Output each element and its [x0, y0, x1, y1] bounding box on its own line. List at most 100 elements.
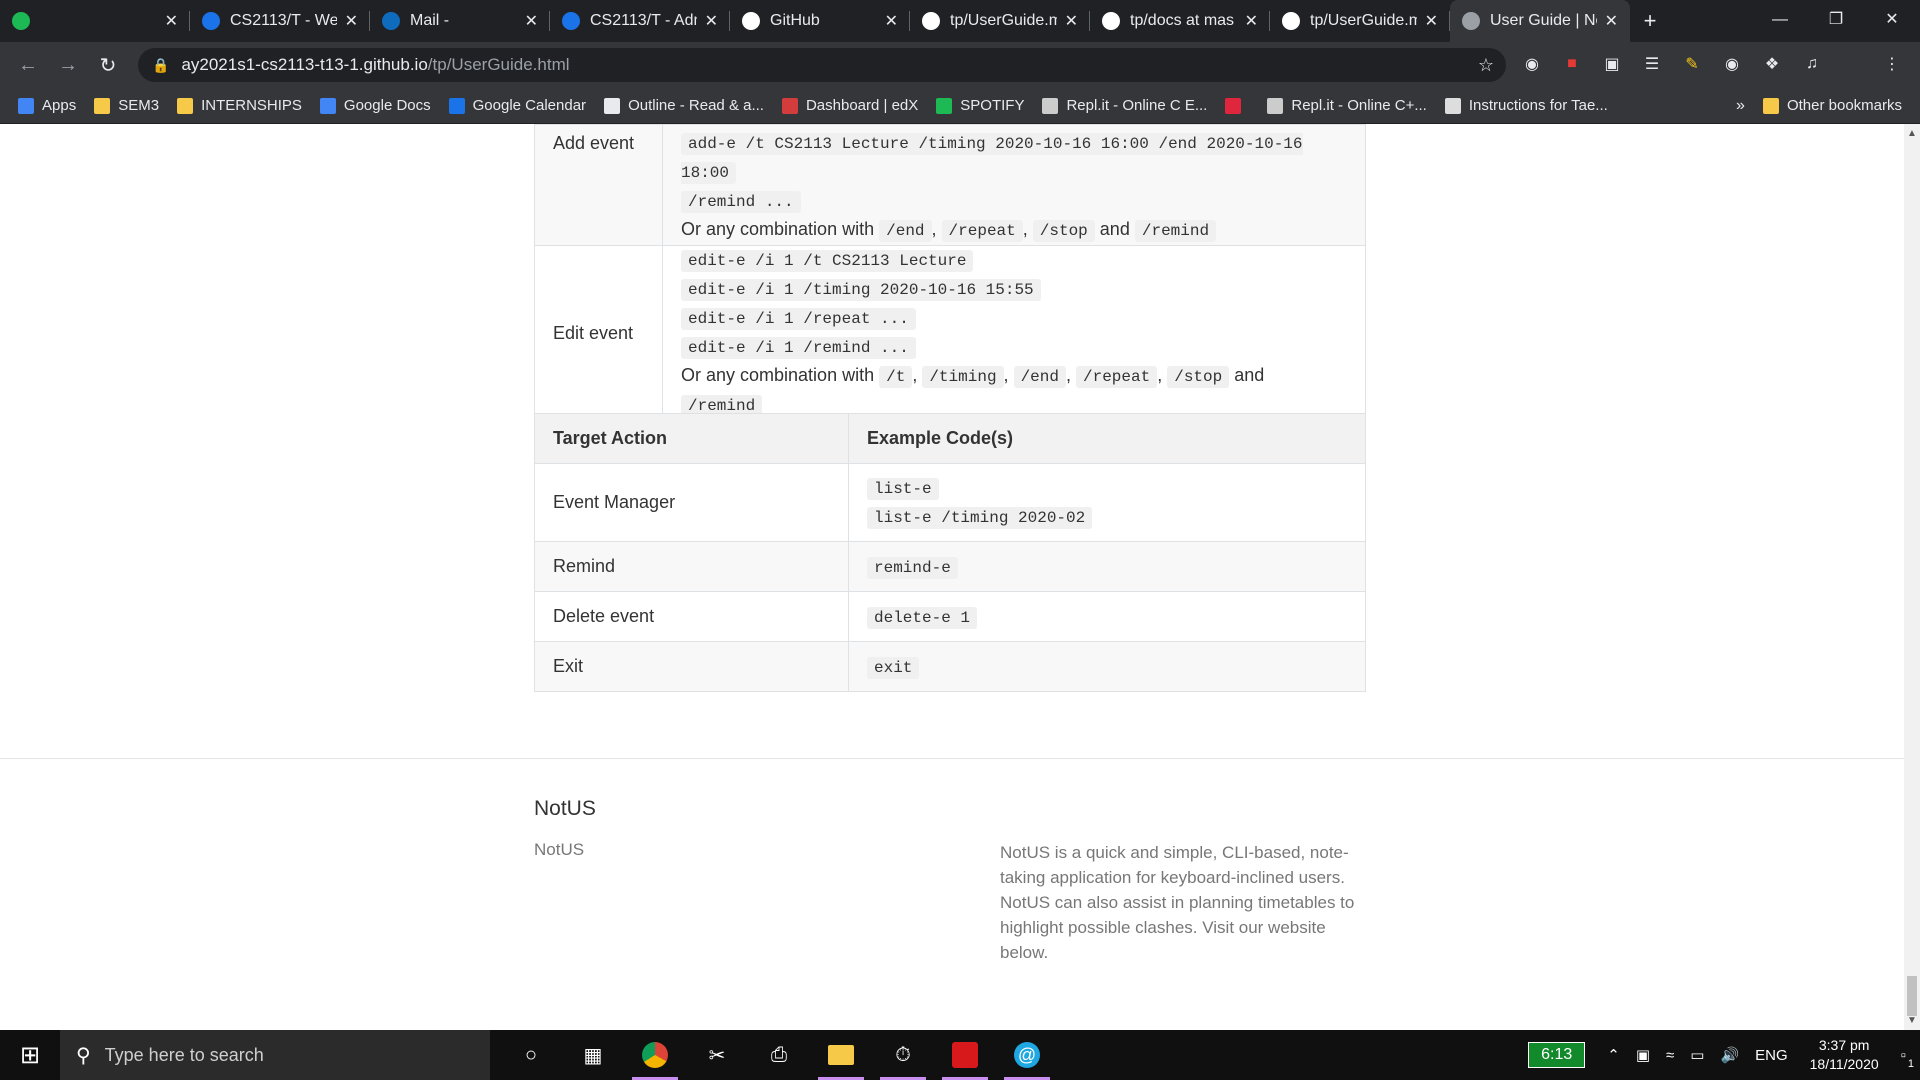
column-header: Target Action [534, 413, 849, 464]
camera-icon[interactable]: ◉ [1720, 52, 1744, 76]
tab-title: CS2113/T - We [230, 12, 337, 29]
tab-close-icon[interactable]: ✕ [1065, 11, 1078, 31]
browser-tab[interactable]: GitHub ✕ [730, 0, 910, 42]
tab-close-icon[interactable]: ✕ [705, 11, 718, 31]
bookmark-item[interactable]: Outline - Read & a... [604, 97, 764, 114]
combination-line: Or any combination with /end, /repeat, /… [681, 216, 1347, 245]
code-snippet: /repeat [1075, 366, 1158, 388]
bookmark-item[interactable]: Google Docs [319, 97, 431, 114]
code-cell: delete-e 1 [848, 591, 1366, 642]
media-control-icon[interactable]: ♫ [1800, 52, 1824, 76]
browser-tab[interactable]: Mail - ✕ [370, 0, 550, 42]
tab-close-icon[interactable]: ✕ [525, 11, 538, 31]
menu-kebab-icon[interactable]: ⋮ [1880, 52, 1904, 76]
bookmark-favicon-icon [18, 97, 34, 114]
app-at-icon[interactable]: @ [996, 1030, 1058, 1080]
table-row-edit-event: Edit event edit-e /i 1 /t CS2113 Lecture… [534, 245, 1366, 421]
tab-close-icon[interactable]: ✕ [885, 11, 898, 31]
ublock-icon[interactable]: ■ [1560, 52, 1584, 76]
bookmark-item[interactable]: Repl.it - Online C E... [1042, 97, 1207, 114]
bookmark-label: Dashboard | edX [805, 97, 919, 114]
tab-close-icon[interactable]: ✕ [1425, 11, 1438, 31]
bookmark-favicon-icon [1444, 97, 1461, 114]
browser-tab[interactable]: tp/UserGuide.m ✕ [910, 0, 1090, 42]
browser-tab-strip: ✕ CS2113/T - We ✕ Mail - ✕ CS2113/T - Adm ✕ Git… [0, 0, 1920, 42]
tab-close-icon[interactable]: ✕ [165, 11, 178, 31]
snipping-tool-icon[interactable]: ✂ [686, 1030, 748, 1080]
close-window-button[interactable]: ✕ [1864, 0, 1920, 42]
network-adapter-icon[interactable]: ▣ [1636, 1046, 1650, 1064]
bookmark-item[interactable]: Google Calendar [448, 97, 587, 114]
other-bookmarks-folder[interactable]: Other bookmarks [1762, 97, 1902, 114]
chrome-icon[interactable] [624, 1030, 686, 1080]
page-scrollbar[interactable]: ▲ ▼ [1904, 124, 1920, 1030]
browser-tab[interactable]: CS2113/T - Adm ✕ [550, 0, 730, 42]
mortarboard-icon [202, 12, 220, 30]
scrollbar-thumb[interactable] [1907, 976, 1917, 1016]
task-view-icon[interactable]: ▦ [562, 1030, 624, 1080]
stopwatch-icon[interactable]: ⏱ [872, 1030, 934, 1080]
bookmark-item[interactable]: SPOTIFY [936, 97, 1024, 114]
action-cell: Edit event [534, 245, 663, 421]
notifications-icon[interactable]: ▫ 1 [1901, 1047, 1914, 1070]
code-snippet: edit-e /i 1 /repeat ... [681, 308, 916, 330]
bookmark-label: Apps [42, 97, 77, 114]
tab-close-icon[interactable]: ✕ [345, 11, 358, 31]
extensions-puzzle-icon[interactable]: ❖ [1760, 52, 1784, 76]
extension-icon-2[interactable]: ▣ [1600, 52, 1624, 76]
browser-tab[interactable]: tp/docs at mas ✕ [1090, 0, 1270, 42]
tab-close-icon[interactable]: ✕ [1245, 11, 1258, 31]
windows-start-icon[interactable]: ⊞ [0, 1030, 60, 1080]
scroll-down-icon[interactable]: ▼ [1907, 1015, 1917, 1026]
reload-button[interactable]: ↻ [88, 53, 128, 78]
bookmark-favicon-icon [448, 97, 465, 114]
highlighter-icon[interactable]: ✎ [1680, 52, 1704, 76]
code-snippet: add-e /t CS2113 Lecture /timing 2020-10-… [681, 133, 1303, 184]
system-clock[interactable]: 3:37 pm 18/11/2020 [1810, 1036, 1879, 1074]
forward-button[interactable]: → [48, 54, 88, 77]
show-hidden-icons-chevron-icon[interactable]: ⌃ [1607, 1046, 1620, 1064]
tab-close-icon[interactable]: ✕ [1605, 11, 1618, 31]
printer-icon[interactable]: ⎙ [748, 1030, 810, 1080]
bookmark-item[interactable]: SEM3 [94, 97, 159, 114]
combination-text: Or any combination with [681, 219, 875, 239]
bookmark-item[interactable] [1225, 97, 1249, 114]
bookmark-star-icon[interactable]: ☆ [1478, 55, 1494, 76]
browser-tab[interactable]: ✕ [0, 0, 190, 42]
url-host: ay2021s1-cs2113-t13-1.github.io [181, 55, 428, 74]
address-bar[interactable]: 🔒 ay2021s1-cs2113-t13-1.github.io/tp/Use… [138, 48, 1506, 82]
restore-button[interactable]: ❐ [1808, 0, 1864, 42]
wifi-icon[interactable]: ≈ [1666, 1047, 1674, 1064]
browser-tab[interactable]: User Guide | No ✕ [1450, 0, 1630, 42]
reader-icon[interactable]: ☰ [1640, 52, 1664, 76]
battery-time-widget[interactable]: 6:13 [1528, 1042, 1586, 1068]
bookmark-item[interactable]: Instructions for Tae... [1444, 97, 1608, 114]
browser-tab[interactable]: tp/UserGuide.m ✕ [1270, 0, 1450, 42]
minimize-button[interactable]: — [1752, 0, 1808, 42]
tab-list: ✕ CS2113/T - We ✕ Mail - ✕ CS2113/T - Adm ✕ Git… [0, 0, 1630, 42]
taskbar-search[interactable]: ⚲ Type here to search [60, 1030, 490, 1080]
bookmark-label: SPOTIFY [960, 97, 1025, 114]
bookmark-label: Google Calendar [472, 97, 587, 114]
cortana-icon[interactable]: ○ [500, 1030, 562, 1080]
new-tab-button[interactable]: + [1630, 0, 1670, 42]
acrobat-icon[interactable] [934, 1030, 996, 1080]
battery-icon[interactable]: ▭ [1690, 1046, 1704, 1064]
scroll-up-icon[interactable]: ▲ [1907, 128, 1917, 139]
bookmarks-overflow-button[interactable]: » [1736, 97, 1745, 115]
language-indicator[interactable]: ENG [1755, 1047, 1788, 1064]
tab-title: GitHub [770, 12, 820, 29]
bookmark-item[interactable]: INTERNSHIPS [177, 97, 302, 114]
footer-divider [0, 758, 1904, 759]
back-button[interactable]: ← [8, 54, 48, 77]
bookmark-item[interactable]: Dashboard | edX [781, 97, 919, 114]
bookmark-item[interactable]: Repl.it - Online C+... [1267, 97, 1427, 114]
extension-icon-1[interactable]: ◉ [1520, 52, 1544, 76]
bookmark-item[interactable]: Apps [18, 97, 76, 114]
bookmark-label: Google Docs [343, 97, 431, 114]
window-controls: — ❐ ✕ [1752, 0, 1920, 42]
table-header-row: Target Action Example Code(s) [534, 413, 1366, 464]
volume-icon[interactable]: 🔊 [1720, 1046, 1739, 1064]
browser-tab[interactable]: CS2113/T - We ✕ [190, 0, 370, 42]
file-explorer-icon[interactable] [810, 1030, 872, 1080]
